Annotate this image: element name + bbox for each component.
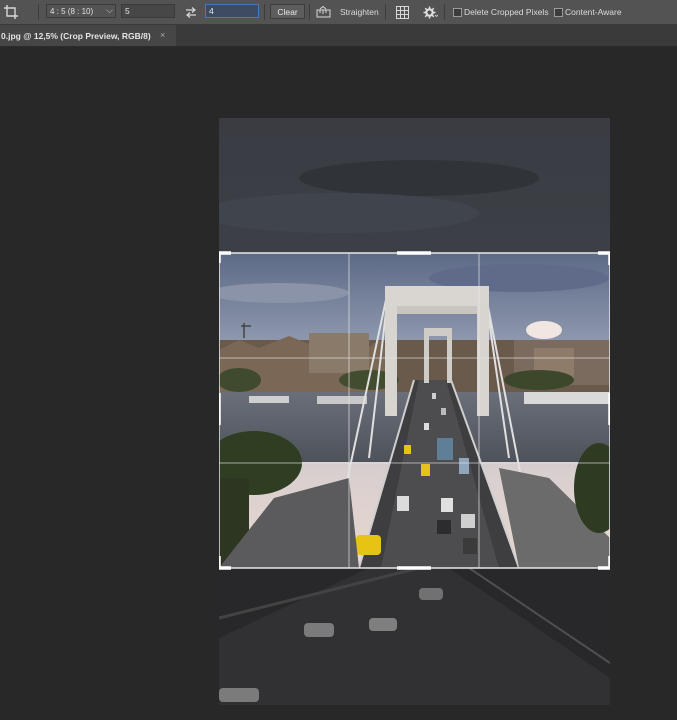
height-ratio-input[interactable]: 4 [205,4,259,18]
document-tab[interactable]: 0.jpg @ 12,5% (Crop Preview, RGB/8) × [0,25,176,46]
document-tab-title: 0.jpg @ 12,5% (Crop Preview, RGB/8) [1,30,151,41]
delete-cropped-checkbox[interactable] [453,8,462,17]
crop-tool-icon[interactable] [4,0,22,24]
swap-icon[interactable] [184,0,198,24]
separator [309,4,310,20]
clear-button[interactable]: Clear [270,4,305,19]
separator [264,4,265,20]
gear-icon[interactable] [422,0,438,24]
ratio-preset-value: 4 : 5 (8 : 10) [50,6,94,16]
width-ratio-input[interactable]: 5 [121,4,175,18]
ratio-preset-select[interactable]: 4 : 5 (8 : 10) ⌵ [46,4,116,18]
straighten-label[interactable]: Straighten [340,0,379,24]
close-icon[interactable]: × [160,30,165,40]
grid-overlay-icon[interactable] [395,0,409,24]
document-tab-bar: 0.jpg @ 12,5% (Crop Preview, RGB/8) × [0,25,677,47]
separator [385,4,386,20]
separator [444,4,445,20]
separator [38,4,39,20]
chevron-down-icon: ⌵ [106,5,113,15]
delete-cropped-label[interactable]: Delete Cropped Pixels [464,0,549,24]
photo-canvas[interactable] [199,118,612,705]
content-aware-label[interactable]: Content-Aware [565,0,622,24]
content-aware-checkbox[interactable] [554,8,563,17]
options-bar: 4 : 5 (8 : 10) ⌵ 5 4 Clear Straighten De… [0,0,677,25]
straighten-icon[interactable] [315,0,331,24]
crop-preview-image [199,118,612,705]
